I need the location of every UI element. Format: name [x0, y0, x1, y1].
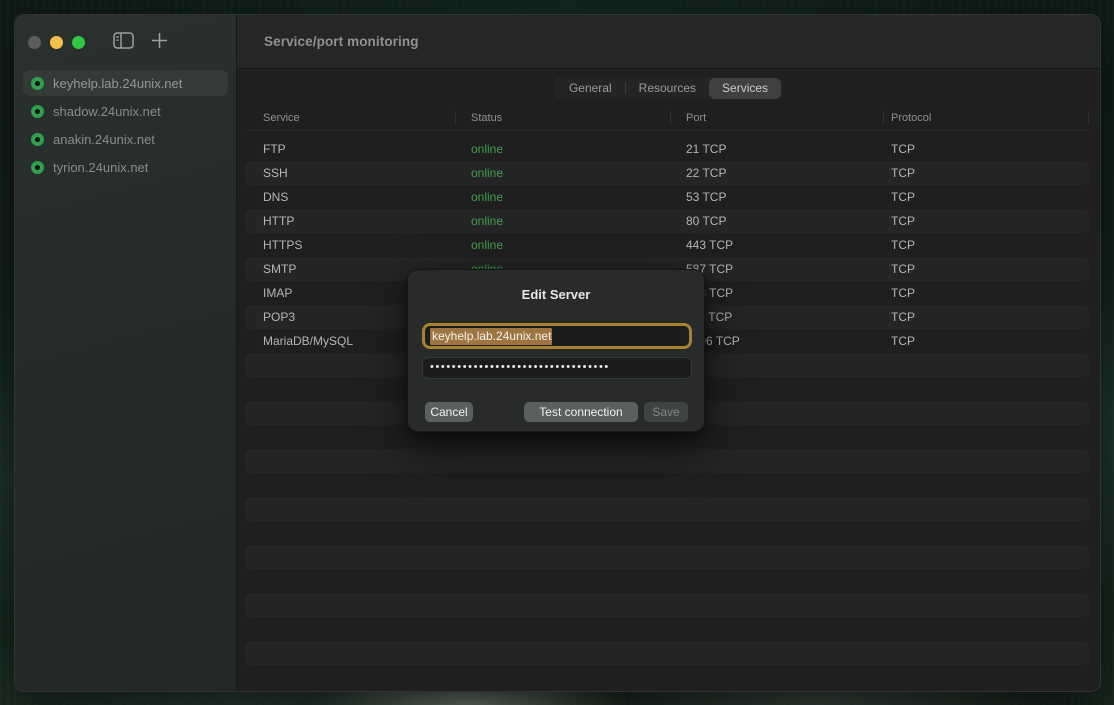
- tab-resources[interactable]: Resources: [626, 78, 709, 99]
- protocol-cell: TCP: [884, 286, 1089, 300]
- protocol-cell: TCP: [884, 190, 1089, 204]
- page-title: Service/port monitoring: [264, 34, 419, 49]
- server-name: tyrion.24unix.net: [53, 160, 148, 175]
- protocol-cell: TCP: [884, 262, 1089, 276]
- service-cell: HTTPS: [245, 238, 456, 252]
- sidebar-item-shadow[interactable]: shadow.24unix.net: [23, 98, 228, 124]
- column-header-service[interactable]: Service: [245, 105, 456, 130]
- table-row-ftp[interactable]: FTP online 21 TCP TCP: [245, 137, 1089, 161]
- sidebar-item-tyrion[interactable]: tyrion.24unix.net: [23, 154, 228, 180]
- status-cell: online: [456, 214, 671, 228]
- sidebar-item-anakin[interactable]: anakin.24unix.net: [23, 126, 228, 152]
- empty-row: [245, 569, 1089, 593]
- table-row-ssh[interactable]: SSH online 22 TCP TCP: [245, 161, 1089, 185]
- status-cell: online: [456, 238, 671, 252]
- server-name: anakin.24unix.net: [53, 132, 155, 147]
- add-server-button[interactable]: [144, 30, 174, 56]
- empty-row: [245, 593, 1089, 617]
- service-cell: HTTP: [245, 214, 456, 228]
- empty-row: [245, 473, 1089, 497]
- server-online-icon: [31, 161, 44, 174]
- port-cell: 21 TCP: [671, 142, 884, 156]
- column-header-status[interactable]: Status: [456, 105, 671, 130]
- port-cell: 80 TCP: [671, 214, 884, 228]
- table-row-https[interactable]: HTTPS online 443 TCP TCP: [245, 233, 1089, 257]
- server-online-icon: [31, 77, 44, 90]
- protocol-cell: TCP: [884, 334, 1089, 348]
- tab-strip: General Resources Services: [237, 69, 1100, 105]
- table-row-http[interactable]: HTTP online 80 TCP TCP: [245, 209, 1089, 233]
- masked-password-text: •••••••••••••••••••••••••••••••••: [430, 362, 610, 373]
- tab-services[interactable]: Services: [709, 78, 781, 99]
- zoom-button[interactable]: [72, 36, 85, 49]
- table-row-dns[interactable]: DNS online 53 TCP TCP: [245, 185, 1089, 209]
- protocol-cell: TCP: [884, 238, 1089, 252]
- empty-row: [245, 521, 1089, 545]
- sidebar-toggle-button[interactable]: [108, 30, 138, 56]
- save-button[interactable]: Save: [644, 402, 688, 422]
- sidebar: keyhelp.lab.24unix.net shadow.24unix.net…: [15, 15, 237, 691]
- empty-row: [245, 449, 1089, 473]
- status-cell: online: [456, 190, 671, 204]
- protocol-cell: TCP: [884, 142, 1089, 156]
- server-online-icon: [31, 133, 44, 146]
- titlebar: Service/port monitoring: [237, 15, 1100, 69]
- port-cell: 22 TCP: [671, 166, 884, 180]
- minimize-button[interactable]: [50, 36, 63, 49]
- protocol-cell: TCP: [884, 310, 1089, 324]
- column-header-port[interactable]: Port: [671, 105, 884, 130]
- dialog-title: Edit Server: [408, 287, 704, 302]
- close-button[interactable]: [28, 36, 41, 49]
- port-cell: 53 TCP: [671, 190, 884, 204]
- server-list: keyhelp.lab.24unix.net shadow.24unix.net…: [15, 70, 236, 180]
- server-online-icon: [31, 105, 44, 118]
- empty-row: [245, 641, 1089, 665]
- sidebar-toolbar: [15, 15, 236, 70]
- status-cell: online: [456, 166, 671, 180]
- edit-server-dialog: Edit Server keyhelp.lab.24unix.net •••••…: [407, 269, 705, 432]
- server-name: shadow.24unix.net: [53, 104, 161, 119]
- service-cell: SSH: [245, 166, 456, 180]
- service-cell: FTP: [245, 142, 456, 156]
- password-input[interactable]: •••••••••••••••••••••••••••••••••: [422, 357, 692, 379]
- server-name: keyhelp.lab.24unix.net: [53, 76, 182, 91]
- window-controls: [28, 36, 85, 49]
- server-address-input[interactable]: keyhelp.lab.24unix.net: [422, 323, 692, 349]
- cancel-button[interactable]: Cancel: [425, 402, 473, 422]
- status-cell: online: [456, 142, 671, 156]
- empty-row: [245, 497, 1089, 521]
- tab-general[interactable]: General: [556, 78, 625, 99]
- plus-icon: [151, 32, 168, 54]
- segmented-control: General Resources Services: [554, 77, 783, 99]
- selected-text: keyhelp.lab.24unix.net: [430, 328, 552, 345]
- sidebar-item-keyhelp[interactable]: keyhelp.lab.24unix.net: [23, 70, 228, 96]
- protocol-cell: TCP: [884, 214, 1089, 228]
- sidebar-toggle-icon: [113, 32, 134, 54]
- table-header: Service Status Port Protocol: [245, 105, 1089, 131]
- service-cell: DNS: [245, 190, 456, 204]
- protocol-cell: TCP: [884, 166, 1089, 180]
- empty-row: [245, 617, 1089, 641]
- port-cell: 443 TCP: [671, 238, 884, 252]
- empty-row: [245, 545, 1089, 569]
- test-connection-button[interactable]: Test connection: [524, 402, 638, 422]
- column-header-protocol[interactable]: Protocol: [884, 105, 1089, 130]
- desktop-background: keyhelp.lab.24unix.net shadow.24unix.net…: [0, 0, 1114, 705]
